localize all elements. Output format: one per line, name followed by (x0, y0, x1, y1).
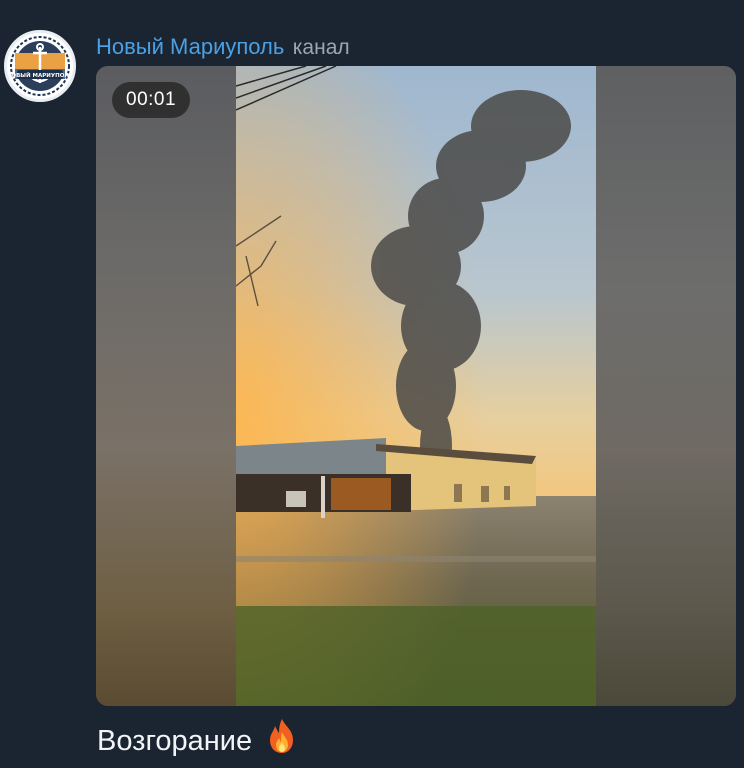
video-blur-right (596, 66, 736, 706)
message-header: Новый Мариуполь канал (96, 34, 350, 60)
channel-type-label: канал (292, 36, 350, 59)
video-blur-left (96, 66, 236, 706)
channel-name-link[interactable]: Новый Мариуполь (96, 34, 284, 59)
anchor-logo-icon: НОВЫЙ МАРИУПОЛЬ (7, 34, 73, 98)
message-caption: Возгорание (97, 718, 299, 759)
video-duration-badge: 00:01 (112, 82, 191, 118)
video-thumbnail (236, 66, 596, 706)
channel-avatar[interactable]: НОВЫЙ МАРИУПОЛЬ (4, 30, 76, 102)
fire-icon (265, 718, 299, 759)
message-text: Возгорание (97, 725, 253, 757)
avatar-logo-text: НОВЫЙ МАРИУПОЛЬ (7, 71, 73, 79)
message-post: НОВЫЙ МАРИУПОЛЬ Новый Мариуполь канал 00… (0, 0, 744, 768)
video-player[interactable]: 00:01 (96, 66, 736, 706)
